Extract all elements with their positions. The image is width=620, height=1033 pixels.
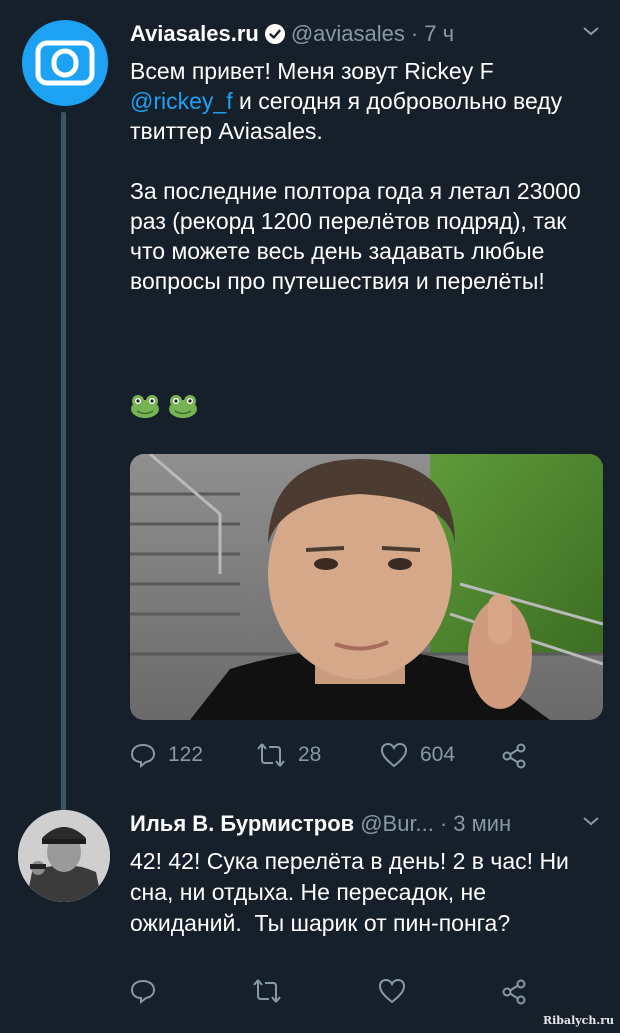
reply-button[interactable] bbox=[130, 978, 156, 1004]
tweet-text-part1: Всем привет! Меня зовут Rickey F bbox=[130, 58, 501, 84]
separator-dot: · bbox=[439, 811, 448, 836]
reply-text: 42! 42! Сука перелёта в день! 2 в час! Н… bbox=[130, 848, 576, 936]
tweet-actions: 122 28 604 bbox=[130, 742, 600, 772]
portrait-photo-image bbox=[18, 810, 110, 902]
frog-emoji-icon bbox=[169, 395, 197, 418]
author-name[interactable]: Aviasales.ru bbox=[130, 21, 259, 47]
reply-button[interactable]: 122 bbox=[130, 742, 203, 768]
mention-link[interactable]: @rickey_f bbox=[130, 88, 233, 114]
reply-author-handle[interactable]: @Bur... bbox=[360, 811, 434, 837]
reply-time[interactable]: 3 мин bbox=[453, 811, 511, 837]
retweet-count: 28 bbox=[298, 743, 322, 766]
thread-connector-line bbox=[61, 112, 66, 812]
reply-count: 122 bbox=[168, 743, 204, 766]
retweet-icon bbox=[253, 979, 281, 1003]
heart-icon bbox=[378, 978, 406, 1004]
reply-icon bbox=[130, 979, 156, 1004]
share-icon bbox=[502, 979, 526, 1005]
reply-header: Илья В. Бурмистров @Bur... · 3 мин bbox=[130, 808, 602, 840]
emoji-row bbox=[130, 394, 198, 418]
aviasales-avatar[interactable] bbox=[22, 20, 108, 106]
separator-dot: · bbox=[410, 21, 419, 46]
share-icon bbox=[502, 743, 526, 769]
tweet-header: Aviasales.ru @aviasales · 7 ч bbox=[130, 18, 602, 50]
tweet-time[interactable]: 7 ч bbox=[424, 21, 454, 47]
frog-emoji-icon bbox=[131, 395, 159, 418]
author-handle[interactable]: @aviasales bbox=[291, 21, 405, 47]
watermark-text: Ribalych.ru bbox=[542, 1014, 614, 1027]
chevron-down-icon[interactable] bbox=[580, 20, 602, 48]
retweet-icon bbox=[257, 743, 285, 767]
verified-badge-icon bbox=[264, 24, 285, 44]
reply-author-avatar[interactable] bbox=[18, 810, 110, 902]
reply-actions bbox=[130, 978, 600, 1008]
selfie-photo-image bbox=[130, 454, 603, 720]
reply-author-name[interactable]: Илья В. Бурмистров bbox=[130, 811, 354, 837]
chevron-down-icon[interactable] bbox=[580, 810, 602, 838]
aviasales-logo-icon bbox=[35, 40, 95, 86]
tweet-photo[interactable] bbox=[130, 454, 603, 720]
like-button[interactable] bbox=[378, 978, 406, 1004]
reply-icon bbox=[130, 743, 156, 768]
tweet-text-part2: и сегодня я добровольно веду твиттер Avi… bbox=[130, 88, 581, 294]
share-button[interactable] bbox=[500, 978, 528, 1006]
like-count: 604 bbox=[420, 743, 456, 766]
like-button[interactable]: 604 bbox=[380, 742, 455, 768]
retweet-button[interactable] bbox=[252, 978, 282, 1004]
share-button[interactable] bbox=[500, 742, 528, 770]
heart-icon bbox=[380, 742, 408, 768]
retweet-button[interactable]: 28 bbox=[256, 742, 321, 768]
tweet-text: Всем привет! Меня зовут Rickey F @rickey… bbox=[130, 56, 600, 296]
